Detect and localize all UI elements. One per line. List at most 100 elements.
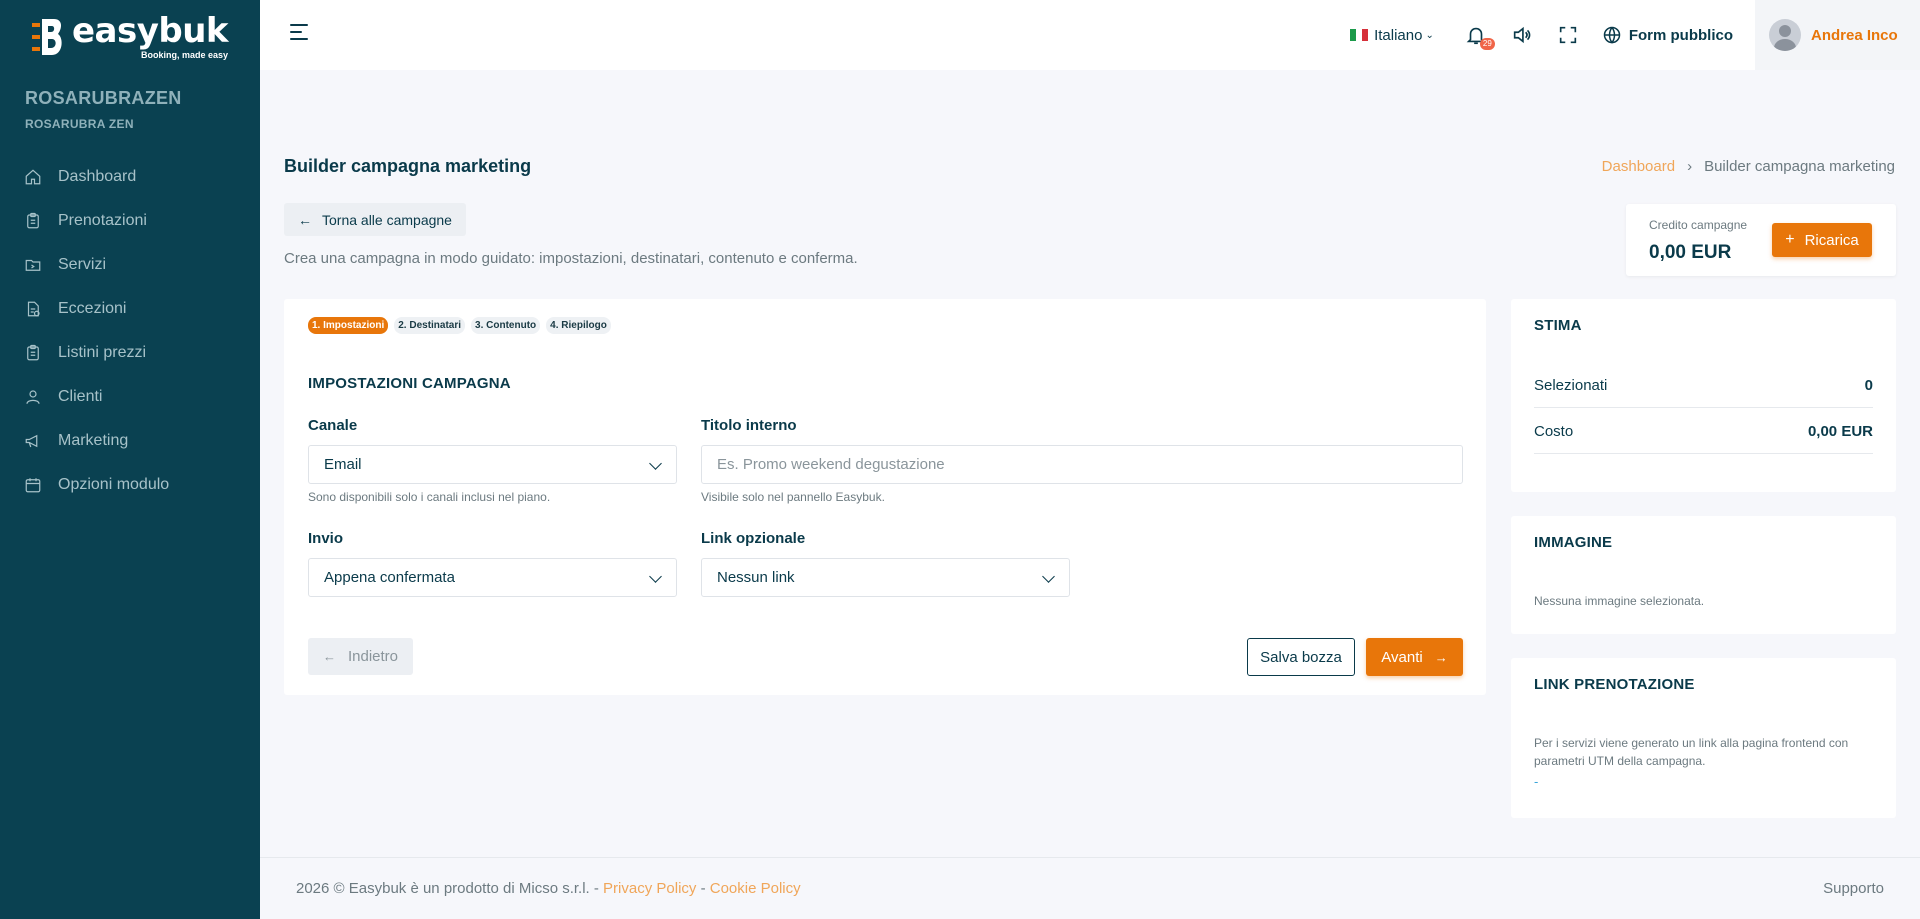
estimate-label: Selezionati xyxy=(1534,377,1608,394)
user-menu[interactable]: Andrea Inco xyxy=(1755,0,1920,70)
step-riepilogo[interactable]: 4. Riepilogo xyxy=(546,317,611,334)
footer: 2026 © Easybuk è un prodotto di Micso s.… xyxy=(260,857,1920,919)
internal-title-label: Titolo interno xyxy=(701,417,797,434)
sidebar-item-marketing[interactable]: Marketing xyxy=(0,419,260,463)
previous-button[interactable]: ← Indietro xyxy=(308,638,413,675)
public-form-link[interactable]: Form pubblico xyxy=(1602,25,1733,45)
brand-name: easybuk xyxy=(71,11,229,51)
sidebar-item-listini-prezzi[interactable]: Listini prezzi xyxy=(0,331,260,375)
speaker-icon xyxy=(1513,26,1531,44)
estimate-card: STIMA Selezionati 0 Costo 0,00 EUR xyxy=(1511,299,1896,492)
back-button-label: Torna alle campagne xyxy=(322,211,452,228)
support-link[interactable]: Supporto xyxy=(1823,880,1884,897)
italy-flag-icon xyxy=(1350,29,1369,41)
image-title: IMMAGINE xyxy=(1534,534,1613,551)
fullscreen-button[interactable] xyxy=(1556,23,1580,47)
page-intro: Crea una campagna in modo guidato: impos… xyxy=(284,250,858,267)
image-empty-text: Nessuna immagine selezionata. xyxy=(1534,594,1705,608)
sidebar-item-clienti[interactable]: Clienti xyxy=(0,375,260,419)
divider xyxy=(1534,453,1873,454)
optional-link-value: Nessun link xyxy=(717,569,795,586)
next-button[interactable]: Avanti → xyxy=(1366,638,1463,676)
recharge-button[interactable]: + Ricarica xyxy=(1772,223,1872,257)
optional-link-select[interactable]: Nessun link xyxy=(701,558,1070,597)
send-label: Invio xyxy=(308,530,344,547)
send-value: Appena confermata xyxy=(324,569,455,586)
footer-separator: - xyxy=(696,880,710,897)
footer-copyright: 2026 © Easybuk è un prodotto di Micso s.… xyxy=(296,880,801,897)
price-list-icon xyxy=(24,344,42,362)
brand-tagline: Booking, made easy xyxy=(141,50,229,60)
credit-label: Credito campagne xyxy=(1649,218,1748,232)
language-selector[interactable]: Italiano ⌄ xyxy=(1350,27,1434,44)
channel-select[interactable]: Email xyxy=(308,445,677,484)
menu-toggle-icon[interactable] xyxy=(290,24,308,44)
sidebar-item-label: Dashboard xyxy=(58,168,137,185)
breadcrumb-dashboard-link[interactable]: Dashboard xyxy=(1602,158,1675,175)
sidebar-item-label: Servizi xyxy=(58,256,107,273)
cookie-policy-link[interactable]: Cookie Policy xyxy=(710,880,801,897)
document-exception-icon xyxy=(24,300,42,318)
sound-toggle-button[interactable] xyxy=(1510,23,1534,47)
next-label: Avanti xyxy=(1381,648,1423,666)
folder-icon xyxy=(24,256,42,274)
globe-icon xyxy=(1603,26,1621,44)
sidebar-item-label: Opzioni modulo xyxy=(58,476,170,493)
breadcrumb-current: Builder campagna marketing xyxy=(1704,158,1895,175)
notifications-badge: 29 xyxy=(1479,38,1495,50)
page-title: Builder campagna marketing xyxy=(284,156,532,176)
campaign-credit-card: Credito campagne 0,00 EUR + Ricarica xyxy=(1626,204,1896,276)
privacy-policy-link[interactable]: Privacy Policy xyxy=(603,880,696,897)
internal-title-placeholder: Es. Promo weekend degustazione xyxy=(717,456,945,473)
chevron-down-icon xyxy=(1042,570,1055,583)
sidebar: easybuk Booking, made easy ROSARUBRAZEN … xyxy=(0,0,260,919)
sidebar-item-label: Clienti xyxy=(58,388,103,405)
organization-info: ROSARUBRAZEN ROSARUBRA ZEN xyxy=(0,74,260,131)
arrow-left-icon: ← xyxy=(322,649,336,664)
wizard-steps: 1. Impostazioni 2. Destinatari 3. Conten… xyxy=(308,317,617,334)
step-destinatari[interactable]: 2. Destinatari xyxy=(394,317,466,334)
campaign-wizard-card: 1. Impostazioni 2. Destinatari 3. Conten… xyxy=(284,299,1486,695)
sidebar-item-servizi[interactable]: Servizi xyxy=(0,243,260,287)
notifications-button[interactable]: 29 xyxy=(1464,23,1495,50)
sidebar-item-label: Marketing xyxy=(58,432,129,449)
step-impostazioni[interactable]: 1. Impostazioni xyxy=(308,317,389,334)
channel-label: Canale xyxy=(308,417,358,434)
arrow-left-icon: ← xyxy=(298,211,312,228)
booking-link-title: LINK PRENOTAZIONE xyxy=(1534,676,1695,693)
brand-logo[interactable]: easybuk Booking, made easy xyxy=(0,0,260,74)
booking-link-value[interactable]: - xyxy=(1534,774,1538,789)
back-to-campaigns-button[interactable]: ← Torna alle campagne xyxy=(284,203,466,236)
booking-link-card: LINK PRENOTAZIONE Per i servizi viene ge… xyxy=(1511,658,1896,818)
fullscreen-icon xyxy=(1559,26,1576,44)
channel-value: Email xyxy=(324,456,362,473)
breadcrumb-separator-icon: › xyxy=(1687,158,1693,175)
sidebar-item-dashboard[interactable]: Dashboard xyxy=(0,155,260,199)
image-card: IMMAGINE Nessuna immagine selezionata. xyxy=(1511,516,1896,634)
estimate-value: 0,00 EUR xyxy=(1807,423,1873,440)
sidebar-item-prenotazioni[interactable]: Prenotazioni xyxy=(0,199,260,243)
arrow-right-icon: → xyxy=(1434,649,1448,665)
user-icon xyxy=(24,388,42,406)
recharge-label: Ricarica xyxy=(1804,231,1859,249)
sidebar-item-label: Eccezioni xyxy=(58,300,127,317)
estimate-value: 0 xyxy=(1864,377,1873,394)
sidebar-item-opzioni-modulo[interactable]: Opzioni modulo xyxy=(0,463,260,507)
internal-title-input[interactable]: Es. Promo weekend degustazione xyxy=(701,445,1463,484)
booking-link-text: Per i servizi viene generato un link all… xyxy=(1534,736,1849,768)
calendar-icon xyxy=(24,476,42,494)
channel-hint: Sono disponibili solo i canali inclusi n… xyxy=(308,490,551,504)
user-name: Andrea Inco xyxy=(1811,26,1898,44)
sidebar-nav: Dashboard Prenotazioni Servizi Eccezioni… xyxy=(0,155,260,507)
estimate-title: STIMA xyxy=(1534,317,1582,334)
step-contenuto[interactable]: 3. Contenuto xyxy=(471,317,541,334)
save-draft-button[interactable]: Salva bozza xyxy=(1247,638,1355,676)
avatar xyxy=(1769,19,1801,51)
send-select[interactable]: Appena confermata xyxy=(308,558,677,597)
optional-link-label: Link opzionale xyxy=(701,530,806,547)
chevron-down-icon xyxy=(649,457,662,470)
estimate-label: Costo xyxy=(1534,423,1574,440)
clipboard-icon xyxy=(24,212,42,230)
language-label: Italiano xyxy=(1374,26,1423,44)
sidebar-item-eccezioni[interactable]: Eccezioni xyxy=(0,287,260,331)
